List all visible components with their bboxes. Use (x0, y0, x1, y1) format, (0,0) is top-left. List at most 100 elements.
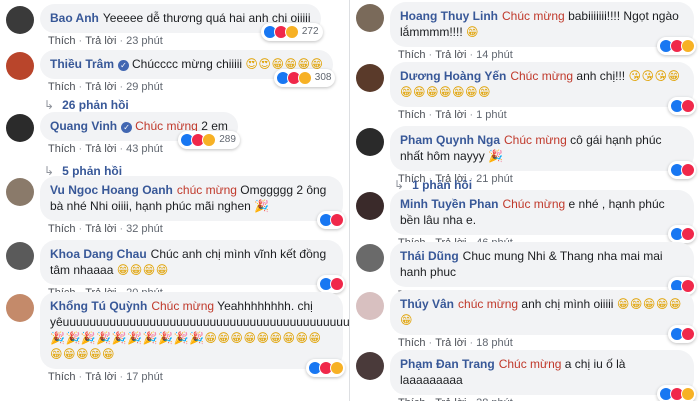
commenter-name[interactable]: Khổng Tú Quỳnh (50, 299, 147, 313)
love-reaction-icon (681, 163, 695, 177)
commenter-name[interactable]: Quang Vinh (50, 119, 117, 133)
avatar[interactable] (6, 6, 34, 34)
haha-reaction-icon (681, 387, 695, 401)
reaction-summary[interactable] (657, 37, 696, 55)
emoji-sequence: 😁 (466, 25, 480, 39)
comment-body: Vu Ngoc Hoang Oanh chúc mừng Omggggg 2 ôn… (40, 176, 345, 235)
reply-link[interactable]: Trả lời (85, 371, 116, 383)
commenter-name[interactable]: Dương Hoàng Yến (400, 69, 506, 83)
commenter-name[interactable]: Thái Dũng (400, 249, 459, 263)
like-link[interactable]: Thích (48, 223, 76, 235)
separator: · (428, 49, 433, 61)
view-replies-link[interactable]: ↳ 5 phản hồi (44, 164, 122, 178)
avatar[interactable] (356, 192, 384, 220)
reaction-summary[interactable] (668, 161, 696, 179)
reaction-summary[interactable] (317, 211, 345, 229)
commenter-name[interactable]: Phạm Đan Trang (400, 357, 495, 371)
comment-bubble: Khoa Dang Chau Chúc anh chị mình vĩnh kết… (40, 240, 345, 293)
reply-link[interactable]: Trả lời (435, 337, 466, 349)
reply-arrow-icon: ↳ (44, 164, 55, 178)
reply-arrow-icon: ↳ (394, 178, 405, 192)
reaction-summary[interactable]: 308 (273, 69, 336, 87)
reply-link[interactable]: Trả lời (435, 397, 466, 401)
comment: Thúy Vân chúc mừng anh chị mình oiiiii 😁😁… (356, 290, 696, 349)
like-link[interactable]: Thích (398, 337, 426, 349)
avatar[interactable] (356, 128, 384, 156)
commenter-name[interactable]: Pham Quynh Nga (400, 133, 500, 147)
love-reaction-icon (681, 327, 695, 341)
mention-tag[interactable]: Chúc mừng (502, 197, 565, 211)
reply-link[interactable]: Trả lời (435, 109, 466, 121)
comment: Khổng Tú Quỳnh Chúc mừng Yeahhhhhhhh. chị… (6, 292, 349, 383)
reaction-summary[interactable] (668, 325, 696, 343)
like-link[interactable]: Thích (398, 397, 426, 401)
mention-tag[interactable]: Chúc mừng (502, 9, 565, 23)
view-replies-link[interactable]: ↳ 1 phản hồi (394, 178, 472, 192)
commenter-name[interactable]: Khoa Dang Chau (50, 247, 147, 261)
replies-count-label: 26 phản hồi (62, 98, 129, 112)
timestamp[interactable]: 32 phút (126, 223, 163, 235)
avatar[interactable] (6, 52, 34, 80)
reply-link[interactable]: Trả lời (85, 143, 116, 155)
commenter-name[interactable]: Vu Ngoc Hoang Oanh (50, 183, 173, 197)
reaction-summary[interactable] (306, 359, 345, 377)
avatar[interactable] (356, 292, 384, 320)
reply-link[interactable]: Trả lời (435, 49, 466, 61)
like-link[interactable]: Thích (48, 371, 76, 383)
timestamp[interactable]: 1 phút (476, 109, 507, 121)
comment: Khoa Dang Chau Chúc anh chị mình vĩnh kết… (6, 240, 345, 299)
comment: Quang Vinh ✓ Chúc mừng 2 em 289 Thích · Trả lờ… (6, 112, 343, 155)
separator: · (78, 223, 83, 235)
mention-tag[interactable]: Chúc mừng (504, 133, 567, 147)
avatar[interactable] (6, 178, 34, 206)
separator: · (78, 35, 83, 47)
timestamp[interactable]: 29 phút (126, 81, 163, 93)
avatar[interactable] (356, 4, 384, 32)
mention-tag[interactable]: chúc mừng (458, 297, 518, 311)
reaction-summary[interactable] (668, 225, 696, 243)
avatar[interactable] (356, 244, 384, 272)
reply-link[interactable]: Trả lời (85, 35, 116, 47)
timestamp[interactable]: 17 phút (126, 371, 163, 383)
timestamp[interactable]: 43 phút (126, 143, 163, 155)
mention-tag[interactable]: Chúc mừng (499, 357, 562, 371)
comment-body: Phạm Đan Trang Chúc mừng a chị iu ố là la… (390, 350, 696, 401)
comment-bubble: Minh Tuyền Phan Chúc mừng e nhé , hạnh ph… (390, 190, 696, 243)
avatar[interactable] (6, 294, 34, 322)
reaction-summary[interactable] (657, 385, 696, 401)
like-link[interactable]: Thích (398, 49, 426, 61)
separator: · (78, 81, 83, 93)
reply-link[interactable]: Trả lời (85, 81, 116, 93)
mention-tag[interactable]: Chúc mừng (510, 69, 573, 83)
timestamp[interactable]: 18 phút (476, 337, 513, 349)
commenter-name[interactable]: Bao Anh (50, 11, 99, 25)
reaction-summary[interactable] (668, 97, 696, 115)
commenter-name[interactable]: Minh Tuyền Phan (400, 197, 498, 211)
like-link[interactable]: Thích (48, 35, 76, 47)
timestamp[interactable]: 14 phút (476, 49, 513, 61)
mention-tag[interactable]: Chúc mừng (151, 299, 214, 313)
avatar[interactable] (356, 352, 384, 380)
comment-text: anh chị!!! (576, 69, 626, 83)
avatar[interactable] (6, 114, 34, 142)
avatar[interactable] (6, 242, 34, 270)
reaction-count: 289 (219, 134, 236, 145)
view-replies-link[interactable]: ↳ 26 phản hồi (44, 98, 129, 112)
avatar[interactable] (356, 64, 384, 92)
commenter-name[interactable]: Thiều Trâm (50, 57, 114, 71)
like-link[interactable]: Thích (398, 109, 426, 121)
commenter-name[interactable]: Hoang Thuy Linh (400, 9, 498, 23)
timestamp[interactable]: 23 phút (126, 35, 163, 47)
timestamp[interactable]: 38 phút (476, 397, 513, 401)
haha-reaction-icon (284, 25, 299, 39)
reaction-summary[interactable]: 272 (260, 23, 323, 41)
reply-link[interactable]: Trả lời (85, 223, 116, 235)
like-link[interactable]: Thích (48, 81, 76, 93)
reaction-summary[interactable]: 289 (178, 131, 240, 149)
mention-tag[interactable]: chúc mừng (177, 183, 237, 197)
timestamp[interactable]: 21 phút (476, 173, 513, 185)
like-link[interactable]: Thích (48, 143, 76, 155)
commenter-name[interactable]: Thúy Vân (400, 297, 454, 311)
comment-bubble: Pham Quynh Nga Chúc mừng cô gái hạnh phúc… (390, 126, 696, 179)
reaction-summary[interactable] (317, 275, 345, 293)
